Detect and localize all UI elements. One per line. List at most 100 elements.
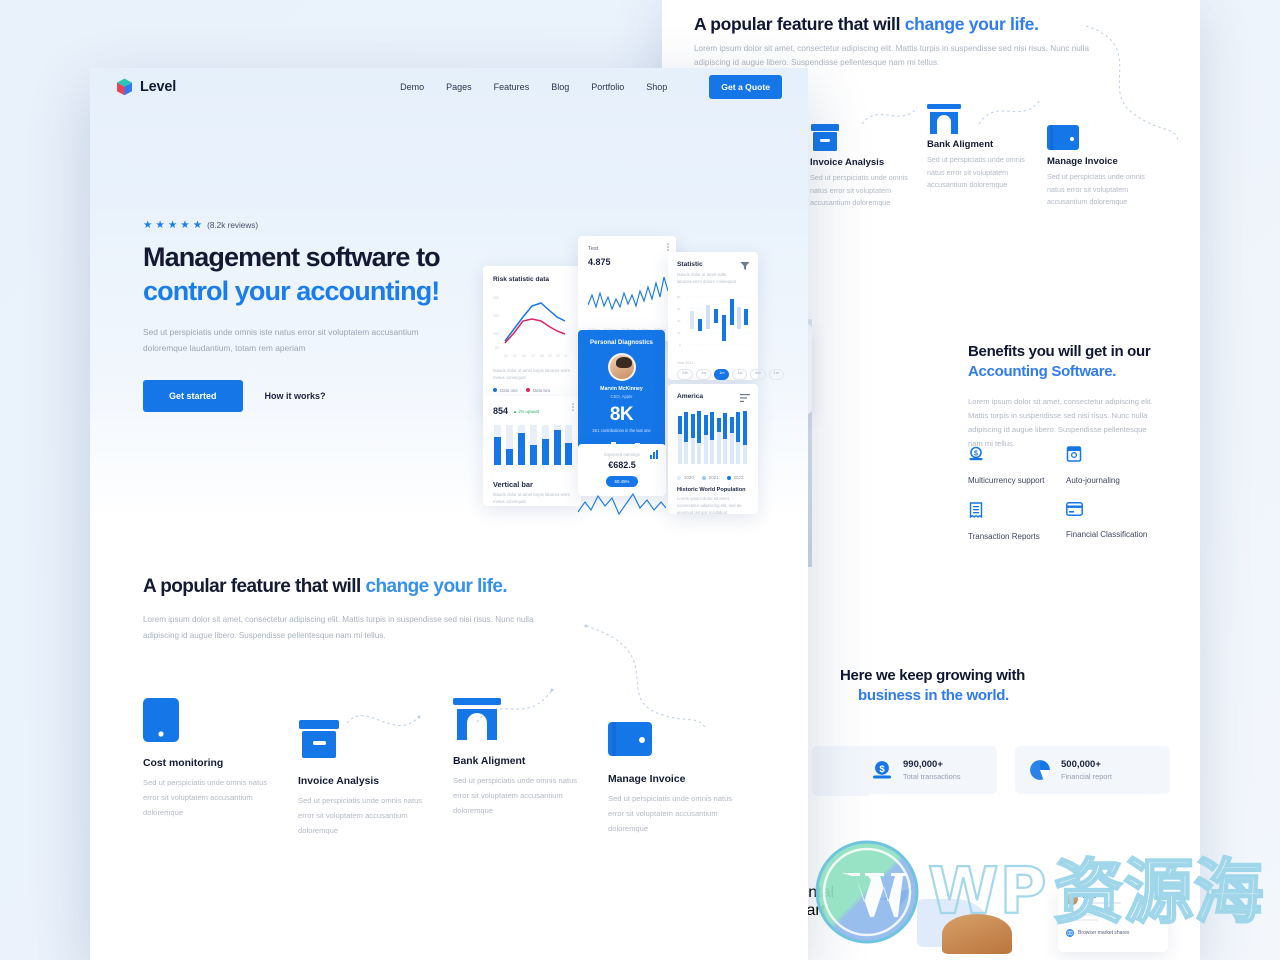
personal-diagnostics-card: Personal Diagnostics Marvin McKinney CEO…	[578, 330, 665, 460]
america-bar-chart	[678, 411, 747, 464]
bp-paper-plane-icon	[879, 887, 913, 908]
svg-text:20: 20	[556, 354, 560, 358]
receipt-icon	[969, 502, 983, 519]
chart-icon	[650, 450, 658, 459]
vb-change: ▲ 2% upward	[513, 408, 540, 414]
svg-text:17: 17	[531, 354, 535, 358]
wallet-icon	[608, 722, 652, 756]
bank-icon	[453, 698, 501, 740]
tablet-icon	[143, 698, 179, 742]
svg-text:80: 80	[677, 295, 681, 299]
statistic-candle-chart: 80 60 40 20 0	[677, 295, 751, 347]
bp-feature-desc: Sed ut perspiciatis unde omnis natus err…	[810, 173, 908, 208]
brand-logo[interactable]: Level	[116, 78, 176, 96]
avatar	[1066, 893, 1078, 905]
bp-market-card: Karla Browser market shares	[1058, 886, 1168, 952]
svg-text:100: 100	[493, 332, 499, 336]
statistic-card: Statistic Mauris dolor ut amet sulte lab…	[668, 252, 784, 380]
feature-desc: Sed ut perspiciatis unde omnis natus err…	[453, 776, 578, 815]
get-a-quote-button[interactable]: Get a Quote	[709, 75, 782, 99]
journal-icon	[1066, 446, 1082, 462]
feature-section: A popular feature that will change your …	[143, 576, 763, 644]
feature-title: Bank Aligment	[453, 756, 526, 767]
bp-benefit-multicurrency: $ Multicurrency support	[968, 446, 1044, 485]
bp-stat-label: Financial report	[1061, 772, 1112, 782]
screenshot-stage: A popular feature that will change your …	[0, 0, 1280, 960]
svg-text:150: 150	[493, 314, 499, 318]
feature-paragraph: Lorem ipsum dolor sit amet, consectetur …	[143, 615, 534, 641]
bp-feature-desc: Sed ut perspiciatis unde omnis natus err…	[1047, 172, 1145, 207]
card-menu-icon[interactable]	[572, 403, 574, 411]
cube-logo-icon	[117, 78, 132, 96]
nav-link-blog[interactable]: Blog	[551, 82, 569, 92]
risk-statistic-card: Risk statistic data 400 150 100 50 14 15 1…	[483, 266, 581, 406]
risk-line-chart: 400 150 100 50 14 15 16 17 18 19 20 21	[493, 296, 568, 358]
bp-benefits-paragraph: Lorem ipsum dolor sit amet, consectetur …	[968, 397, 1153, 449]
svg-text:400: 400	[493, 296, 499, 300]
page-title: Management software to control your acco…	[143, 240, 473, 308]
bp-feature-manage-invoice: Manage Invoice Sed ut perspiciatis unde …	[1047, 124, 1155, 209]
nav-link-portfolio[interactable]: Portfolio	[591, 82, 624, 92]
bp-feature-heading: A popular feature that will change your …	[694, 14, 1039, 34]
bp-feature-title: Bank Aligment	[927, 139, 994, 150]
nav-link-features[interactable]: Features	[494, 82, 530, 92]
chip-24h[interactable]: 24h	[677, 368, 694, 380]
feature-desc: Sed ut perspiciatis unde omnis natus err…	[608, 794, 733, 833]
brand-name: Level	[140, 79, 177, 95]
wallet-icon	[1047, 125, 1079, 150]
svg-text:15: 15	[513, 354, 517, 358]
feature-card-bank-aligment: Bank Aligment Sed ut perspiciatis unde o…	[453, 698, 593, 818]
hero-paragraph: Sed ut perspiciatis unde omnis iste natu…	[143, 326, 419, 353]
feature-card-manage-invoice: Manage Invoice Sed ut perspiciatis unde …	[608, 720, 748, 836]
star-icon: ★	[192, 219, 203, 231]
archive-box-icon	[811, 124, 839, 151]
feature-desc: Sed ut perspiciatis unde omnis natus err…	[143, 778, 268, 817]
bp-stat-number: 500,000+	[1061, 758, 1101, 770]
chip-1m-2[interactable]: 1m	[768, 368, 784, 380]
money-bag-icon: $	[969, 446, 983, 461]
svg-text:50: 50	[495, 346, 499, 350]
feature-heading: A popular feature that will change your …	[143, 576, 763, 598]
bp-feature-title: Manage Invoice	[1047, 156, 1118, 167]
hero-title-line2: control your accounting!	[143, 275, 440, 306]
svg-text:60: 60	[677, 307, 681, 311]
nav-links: Demo Pages Features Blog Portfolio Shop …	[400, 75, 782, 99]
hero-title-line1: Management software to	[143, 241, 441, 272]
globe-icon	[1066, 929, 1074, 937]
feature-desc: Sed ut perspiciatis unde omnis natus err…	[298, 796, 423, 835]
svg-text:0: 0	[679, 343, 681, 347]
bp-feature-bank-aligment: Bank Aligment Sed ut perspiciatis unde o…	[927, 104, 1035, 192]
feature-title: Manage Invoice	[608, 774, 686, 785]
bp-photo-partial	[942, 914, 1012, 954]
nav-link-shop[interactable]: Shop	[646, 82, 667, 92]
bp-feature-title: Invoice Analysis	[810, 157, 885, 168]
bp-growing-heading: Here we keep growing with business in the…	[840, 667, 1026, 705]
bp-stat-number: 990,000+	[903, 758, 943, 770]
svg-text:40: 40	[677, 319, 681, 323]
nav-link-pages[interactable]: Pages	[446, 82, 472, 92]
bp-benefit-auto-journaling: Auto-journaling	[1066, 446, 1120, 485]
get-started-button[interactable]: Get started	[143, 380, 243, 413]
test-card: Test 4.875 6:00am 10:00am 10:30am 1:00pm…	[578, 236, 676, 341]
bp-stat-total-transactions: $ 990,000+ Total transactions	[857, 746, 997, 794]
chip-1w-2[interactable]: 1w	[732, 368, 748, 380]
chip-1w[interactable]: 1w	[696, 368, 712, 380]
main-navbar: Level Demo Pages Features Blog Portfolio…	[90, 68, 808, 106]
bp-stat-label: Total transactions	[903, 772, 961, 782]
hero-actions: Get started How it works?	[143, 380, 473, 413]
archive-box-icon	[299, 720, 339, 758]
bp-feature-desc: Sed ut perspiciatis unde omnis natus err…	[927, 155, 1025, 190]
vertical-bar-chart	[494, 425, 572, 465]
pie-chart-icon	[1030, 760, 1050, 780]
nav-link-demo[interactable]: Demo	[400, 82, 424, 92]
bp-feature-invoice-analysis: Invoice Analysis Sed ut perspiciatis und…	[810, 124, 918, 210]
card-menu-icon[interactable]	[667, 243, 669, 251]
chip-1m-active[interactable]: 1m	[714, 368, 730, 380]
svg-text:20: 20	[677, 331, 681, 335]
earnings-wave-chart	[578, 492, 666, 516]
bp-benefit-financial-classification: Financial Classification	[1066, 502, 1147, 539]
star-rating: ★ ★ ★ ★ ★	[143, 220, 202, 231]
svg-text:16: 16	[522, 354, 526, 358]
chip-6m[interactable]: 6m	[750, 368, 766, 380]
how-it-works-button[interactable]: How it works?	[265, 391, 326, 401]
